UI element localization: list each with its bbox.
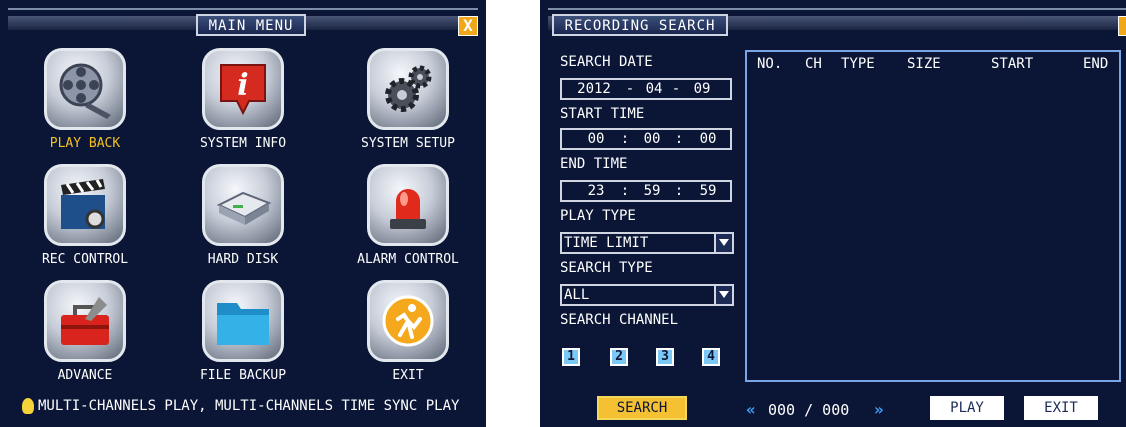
menu-label: ADVANCE [57, 368, 113, 383]
time-separator: : [674, 183, 684, 199]
end-time-label: END TIME [560, 156, 628, 172]
hours: 00 [587, 131, 605, 147]
time-separator: : [674, 131, 684, 147]
menu-label: FILE BACKUP [199, 368, 287, 383]
exit-icon [367, 280, 449, 362]
menu-item-system-info[interactable]: i SYSTEM INFO [168, 48, 318, 151]
date-separator: - [671, 81, 681, 97]
film-reel-icon [44, 48, 126, 130]
main-menu-titlebar: MAIN MENU X [8, 8, 478, 38]
day: 09 [693, 81, 711, 97]
close-button[interactable]: X [458, 16, 478, 36]
time-separator: : [620, 131, 630, 147]
search-date-label: SEARCH DATE [560, 54, 653, 70]
next-page-icon[interactable]: » [874, 400, 884, 419]
chevron-down-icon[interactable] [714, 234, 732, 252]
channel-checkbox-3[interactable]: 3 [656, 348, 674, 366]
menu-label: ALARM CONTROL [357, 252, 459, 267]
menu-label: PLAY BACK [49, 136, 121, 151]
light-bulb-icon [22, 398, 34, 414]
seconds: 59 [699, 183, 717, 199]
chevron-down-icon[interactable] [714, 286, 732, 304]
close-button[interactable] [1118, 16, 1126, 36]
info-bar: MULTI-CHANNELS PLAY, MULTI-CHANNELS TIME… [22, 398, 459, 414]
menu-label: REC CONTROL [41, 252, 129, 267]
column-header-type: TYPE [841, 56, 875, 72]
play-type-select[interactable]: TIME LIMIT [560, 232, 734, 254]
channel-checkbox-4[interactable]: 4 [702, 348, 720, 366]
menu-label: EXIT [392, 368, 424, 383]
start-time-label: START TIME [560, 106, 645, 122]
menu-item-alarm-control[interactable]: ALARM CONTROL [333, 164, 483, 267]
page-count: 000 / 000 [768, 401, 850, 419]
info-text: MULTI-CHANNELS PLAY, MULTI-CHANNELS TIME… [38, 398, 460, 414]
minutes: 00 [643, 131, 661, 147]
toolbox-icon [44, 280, 126, 362]
seconds: 00 [699, 131, 717, 147]
month: 04 [645, 81, 663, 97]
play-type-value: TIME LIMIT [564, 235, 649, 251]
minutes: 59 [643, 183, 661, 199]
start-time-field[interactable]: 00 : 00 : 00 [560, 128, 732, 150]
search-date-field[interactable]: 2012 - 04 - 09 [560, 78, 732, 100]
recording-search-window: RECORDING SEARCH SEARCH DATE 2012 - 04 -… [540, 0, 1126, 427]
column-header-start: START [991, 56, 1034, 72]
time-separator: : [620, 183, 630, 199]
menu-label: SYSTEM SETUP [361, 136, 455, 151]
gear-icon [367, 48, 449, 130]
recording-search-titlebar: RECORDING SEARCH [548, 8, 1126, 38]
menu-label: HARD DISK [207, 252, 279, 267]
alarm-siren-icon [367, 164, 449, 246]
search-channel-label: SEARCH CHANNEL [560, 312, 679, 328]
svg-text:i: i [237, 68, 248, 103]
recording-search-title: RECORDING SEARCH [552, 14, 728, 36]
menu-item-exit[interactable]: EXIT [333, 280, 483, 383]
play-type-label: PLAY TYPE [560, 208, 636, 224]
play-button[interactable]: PLAY [930, 396, 1004, 420]
end-time-field[interactable]: 23 : 59 : 59 [560, 180, 732, 202]
folder-icon [202, 280, 284, 362]
column-header-size: SIZE [907, 56, 941, 72]
info-icon: i [202, 48, 284, 130]
main-menu-window: MAIN MENU X PLAY BACK i SYSTEM INFO SYST… [0, 0, 486, 427]
menu-item-hard-disk[interactable]: HARD DISK [168, 164, 318, 267]
exit-button[interactable]: EXIT [1024, 396, 1098, 420]
hours: 23 [587, 183, 605, 199]
search-button[interactable]: SEARCH [597, 396, 687, 420]
channel-checkbox-1[interactable]: 1 [562, 348, 580, 366]
menu-item-play-back[interactable]: PLAY BACK [10, 48, 160, 151]
date-separator: - [625, 81, 635, 97]
year: 2012 [577, 81, 611, 97]
column-header-end: END [1083, 56, 1109, 72]
search-type-label: SEARCH TYPE [560, 260, 653, 276]
menu-item-system-setup[interactable]: SYSTEM SETUP [333, 48, 483, 151]
main-menu-title: MAIN MENU [196, 14, 306, 36]
menu-item-file-backup[interactable]: FILE BACKUP [168, 280, 318, 383]
channel-checkbox-2[interactable]: 2 [610, 348, 628, 366]
search-type-select[interactable]: ALL [560, 284, 734, 306]
menu-label: SYSTEM INFO [199, 136, 287, 151]
search-type-value: ALL [564, 287, 590, 303]
menu-item-advance[interactable]: ADVANCE [10, 280, 160, 383]
results-table[interactable]: NO. CH TYPE SIZE START END [745, 50, 1121, 382]
clapperboard-icon [44, 164, 126, 246]
menu-item-rec-control[interactable]: REC CONTROL [10, 164, 160, 267]
column-header-no: NO. [757, 56, 783, 72]
hard-disk-icon [202, 164, 284, 246]
column-header-ch: CH [805, 56, 822, 72]
previous-page-icon[interactable]: « [746, 400, 756, 419]
